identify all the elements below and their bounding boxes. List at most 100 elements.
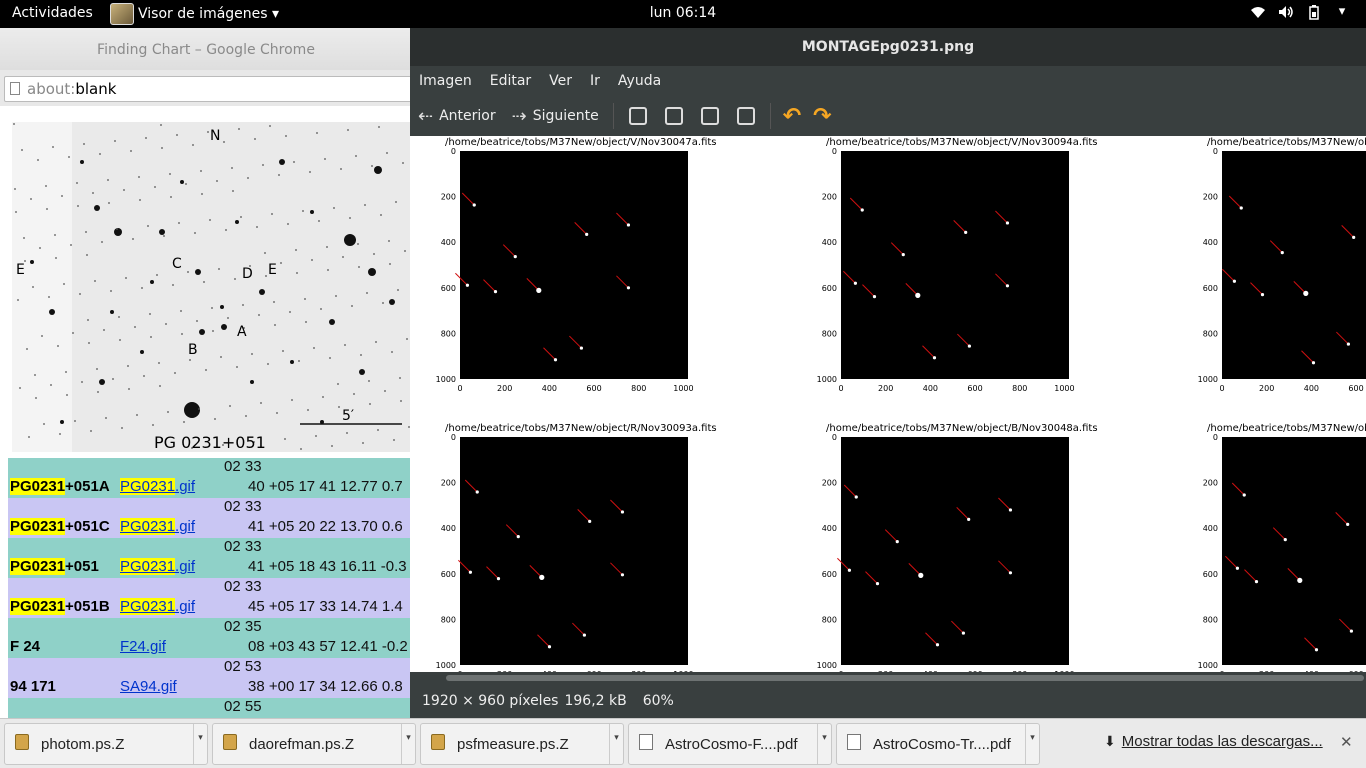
menu-ayuda[interactable]: Ayuda [609,73,670,89]
previous-button[interactable]: ⇠ Anterior [410,100,504,132]
scrollbar-thumb[interactable] [446,675,1364,681]
star-dot [475,490,479,494]
best-fit-icon[interactable] [736,107,755,125]
ra-hours: 02 55 [224,698,262,715]
panel-path: /home/beatrice/tobs/M37New/object/V/Nov3… [826,137,1098,148]
activities-button[interactable]: Actividades [12,5,93,21]
chart-speck [187,271,189,273]
chart-speck [200,170,202,172]
chart-star [221,324,227,330]
download-item[interactable]: AstroCosmo-Tr....pdf ▾ [836,723,1040,765]
menu-ver[interactable]: Ver [540,73,581,89]
chart-speck [404,250,406,252]
image-canvas[interactable]: /home/beatrice/tobs/M37New/object/V/Nov3… [410,136,1366,672]
zoom-normal-icon[interactable] [700,107,719,125]
chart-speck [276,412,278,414]
chart-speck [278,174,280,176]
chart-speck [216,180,218,182]
chart-speck [335,295,337,297]
chart-speck [134,326,136,328]
y-tick-label: 1000 [817,661,837,670]
download-item[interactable]: psfmeasure.ps.Z ▾ [420,723,624,765]
star-name-suffix: 94 171 [10,678,56,695]
chart-speck [220,356,222,358]
chart-speck [52,146,54,148]
chart-speck [214,418,216,420]
ra-hours: 02 33 [224,458,262,475]
chart-star [310,210,314,214]
chart-speck [399,377,401,379]
download-menu-chevron-icon[interactable]: ▾ [609,724,623,764]
chart-speck [258,314,260,316]
download-menu-chevron-icon[interactable]: ▾ [193,724,207,764]
system-status-area[interactable]: ▾ [1250,4,1350,20]
menu-editar[interactable]: Editar [481,73,540,89]
y-tick-label: 400 [1203,524,1218,533]
download-item[interactable]: daorefman.ps.Z ▾ [212,723,416,765]
y-tick-label: 800 [441,329,456,338]
menu-ir[interactable]: Ir [581,73,609,89]
next-button[interactable]: ⇢ Siguiente [504,100,607,132]
chart-speck [368,380,370,382]
chart-speck [269,125,271,127]
chart-link-suffix: .gif [175,598,196,615]
download-item[interactable]: AstroCosmo-F....pdf ▾ [628,723,832,765]
close-downloads-bar-button[interactable]: ✕ [1340,733,1353,751]
download-arrow-icon: ⬇ [1104,733,1116,749]
rotate-right-icon[interactable]: ↷ [813,104,831,129]
chart-speck [205,369,207,371]
address-bar[interactable]: about:blank [4,76,412,102]
chart-link[interactable]: PG0231.gif [120,598,195,615]
clock[interactable]: lun 06:14 [650,5,716,21]
chart-star [80,160,84,164]
chart-speck [333,207,335,209]
download-item[interactable]: photom.ps.Z ▾ [4,723,208,765]
horizontal-scrollbar[interactable] [410,672,1366,684]
table-row: 02 33 PG0231+051A PG0231.gif 40 +05 17 41 1… [8,458,412,498]
y-tick-label: 400 [1203,238,1218,247]
chart-speck [196,320,198,322]
star-dot [468,570,472,574]
chart-star [389,299,395,305]
viewer-title: MONTAGEpg0231.png [410,28,1366,66]
chart-speck [320,308,322,310]
chart-speck [218,268,220,270]
star-dot [516,535,520,539]
chart-speck [183,421,185,423]
chart-link[interactable]: SA94.gif [120,678,177,695]
y-tick-label: 600 [822,284,837,293]
menu-imagen[interactable]: Imagen [410,73,481,89]
chart-star [374,166,382,174]
chart-speck [254,138,256,140]
chart-speck [357,243,359,245]
panel-frame [841,437,1069,665]
chart-speck [388,240,390,242]
chart-speck [17,299,19,301]
y-tick-label: 400 [822,238,837,247]
rotate-left-icon[interactable]: ↶ [783,104,801,129]
download-menu-chevron-icon[interactable]: ▾ [1025,724,1039,764]
chart-speck [92,192,94,194]
download-menu-chevron-icon[interactable]: ▾ [817,724,831,764]
star-dot [1314,648,1319,652]
chart-star [114,228,122,236]
zoom-out-icon[interactable] [664,107,683,125]
chart-speck [88,342,90,344]
zoom-in-icon[interactable] [628,107,647,125]
chart-link-suffix: .gif [175,558,196,575]
chart-speck [242,304,244,306]
x-tick-label: 1000 [1054,384,1074,393]
chart-link[interactable]: PG0231.gif [120,518,195,535]
show-all-downloads-link[interactable]: ⬇ Mostrar todas las descargas... [1104,733,1323,750]
chart-link[interactable]: F24.gif [120,638,166,655]
x-tick-label: 800 [631,384,646,393]
chart-link[interactable]: PG0231.gif [120,558,195,575]
download-filename: AstroCosmo-Tr....pdf [873,736,1011,753]
download-menu-chevron-icon[interactable]: ▾ [401,724,415,764]
chart-speck [87,319,89,321]
app-menu[interactable]: Visor de imágenes ▾ [110,0,279,28]
x-tick-label: 200 [497,384,512,393]
chart-speck [375,341,377,343]
chart-link-highlight: PG0231 [120,518,176,535]
chart-link[interactable]: PG0231.gif [120,478,195,495]
